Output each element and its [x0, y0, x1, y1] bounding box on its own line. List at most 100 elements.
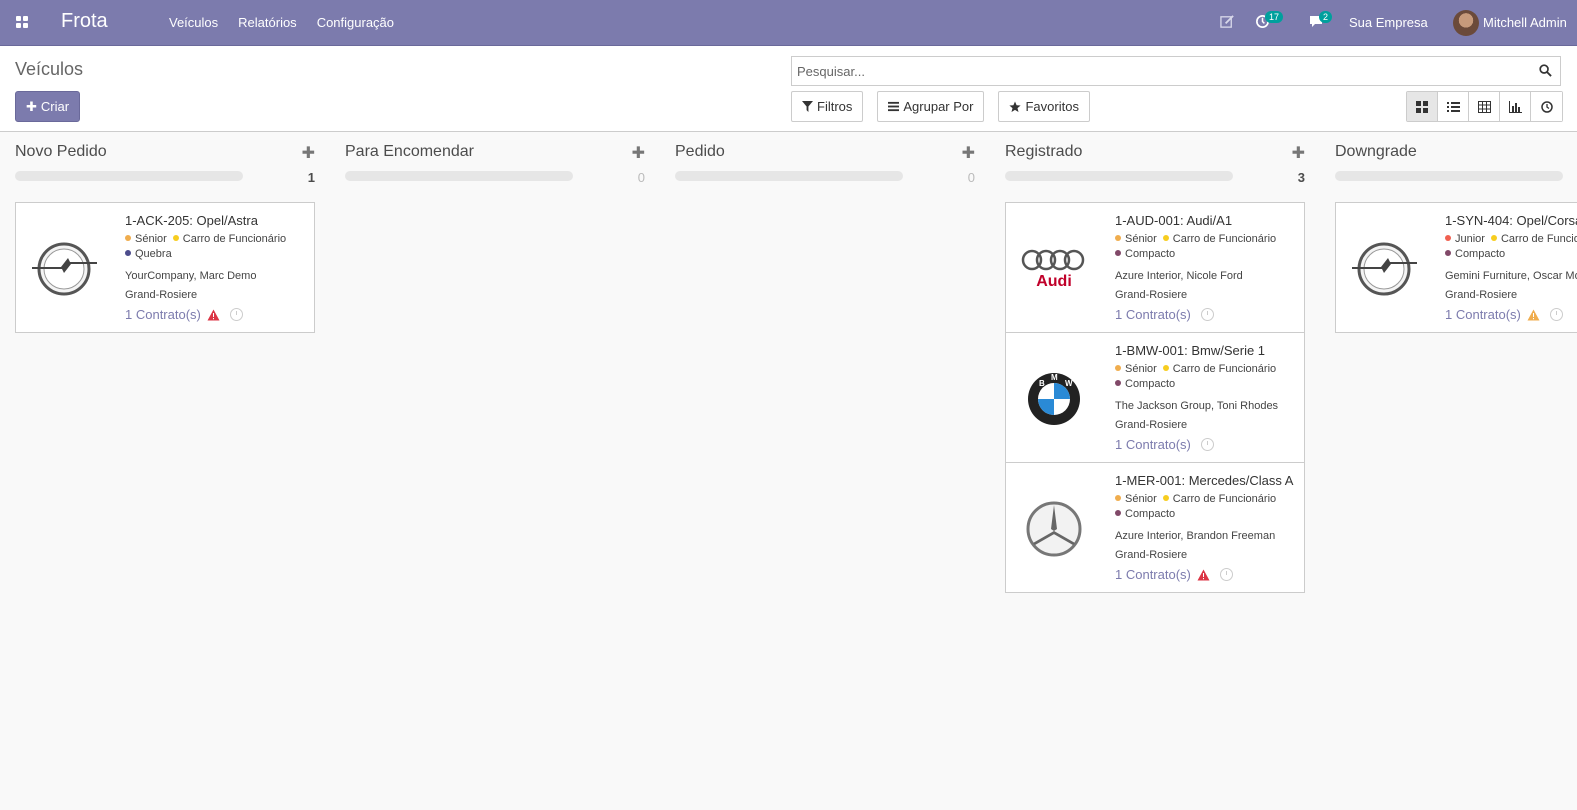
- driver-partner: Azure Interior, Nicole Ford Grand-Rosiere: [1115, 270, 1243, 301]
- column-progress-bar: [675, 171, 903, 181]
- tag: Sénior: [1115, 362, 1157, 377]
- tag: Compacto: [1115, 247, 1175, 262]
- activity-clock-icon[interactable]: [1219, 568, 1233, 581]
- vehicle-location: Grand-Rosiere: [1115, 549, 1188, 561]
- groupby-label: Agrupar Por: [903, 99, 974, 114]
- column-cards: Audi 1-AUD-001: Audi/A1 Sénior Carro de Fun…: [1005, 202, 1305, 593]
- user-avatar[interactable]: [1453, 10, 1479, 36]
- company-switcher[interactable]: Sua Empresa: [1349, 15, 1428, 30]
- kanban-view-button[interactable]: [1407, 92, 1438, 121]
- activity-clock-icon[interactable]: [1200, 438, 1214, 451]
- kanban-icon: [1416, 100, 1428, 113]
- bars-icon: [888, 101, 900, 112]
- filter-icon: [802, 101, 813, 112]
- activity-icon[interactable]: 17: [1255, 11, 1284, 32]
- search-icon[interactable]: [1539, 64, 1552, 77]
- tag: Sénior: [1115, 232, 1157, 247]
- column-progress-bar: [15, 171, 243, 181]
- svg-text:M: M: [1051, 373, 1058, 382]
- contracts-link[interactable]: 1 Contrato(s): [1115, 567, 1305, 582]
- column-cards: 1-SYN-404: Opel/Corsa Junior Carro de Func…: [1335, 202, 1577, 333]
- star-icon: [1009, 101, 1022, 112]
- column-progress-bar: [1335, 171, 1563, 181]
- opel-logo-icon: [1348, 233, 1420, 305]
- activity-clock-icon[interactable]: [1549, 308, 1563, 321]
- vehicle-info: 1-SYN-404: Opel/Corsa Junior Carro de Func…: [1445, 213, 1577, 322]
- vehicle-location: Grand-Rosiere: [1115, 289, 1188, 301]
- messages-icon[interactable]: 2: [1309, 11, 1333, 32]
- tag: Quebra: [125, 247, 172, 262]
- vehicle-card[interactable]: 1-SYN-404: Opel/Corsa Junior Carro de Func…: [1335, 202, 1577, 333]
- driver-partner: YourCompany, Marc Demo Grand-Rosiere: [125, 270, 257, 301]
- tag: Sénior: [125, 232, 167, 247]
- activity-clock-icon[interactable]: [1200, 308, 1214, 321]
- contracts-count: 1 Contrato(s): [1115, 567, 1191, 582]
- svg-text:Audi: Audi: [1036, 273, 1072, 290]
- favorites-button[interactable]: Favoritos: [998, 91, 1090, 122]
- favorites-label: Favoritos: [1025, 99, 1079, 114]
- vehicle-info: 1-AUD-001: Audi/A1 Sénior Carro de Funcion…: [1115, 213, 1305, 322]
- audi-logo-icon: Audi: [1018, 233, 1090, 305]
- menu-item-reports[interactable]: Relatórios: [238, 15, 297, 30]
- danger-alert-icon: [207, 309, 220, 320]
- bmw-logo-icon: BMW: [1018, 363, 1090, 435]
- column-title[interactable]: Downgrade: [1335, 143, 1417, 161]
- menu-item-vehicles[interactable]: Veículos: [169, 15, 218, 30]
- apps-menu-icon[interactable]: [13, 13, 31, 31]
- column-title[interactable]: Para Encomendar: [345, 143, 474, 161]
- vehicle-tags: Sénior Carro de Funcionário Compacto: [1115, 232, 1305, 262]
- contracts-link[interactable]: 1 Contrato(s): [1445, 307, 1577, 322]
- vehicle-card[interactable]: 1-ACK-205: Opel/Astra Sénior Carro de Func…: [15, 202, 315, 333]
- vehicle-info: 1-MER-001: Mercedes/Class A Sénior Carro d…: [1115, 473, 1305, 582]
- groupby-button[interactable]: Agrupar Por: [877, 91, 985, 122]
- contracts-count: 1 Contrato(s): [1445, 307, 1521, 322]
- edit-icon[interactable]: [1220, 14, 1236, 30]
- tag: Compacto: [1115, 377, 1175, 392]
- view-switcher: [1406, 91, 1563, 122]
- activity-clock-icon[interactable]: [229, 308, 243, 321]
- search-input[interactable]: [792, 57, 1532, 85]
- search-bar: [791, 56, 1561, 86]
- quick-create-icon[interactable]: ✚: [962, 143, 975, 163]
- menu-item-configuration[interactable]: Configuração: [317, 15, 394, 30]
- vehicle-card[interactable]: 1-MER-001: Mercedes/Class A Sénior Carro d…: [1005, 462, 1305, 593]
- list-view-button[interactable]: [1438, 92, 1469, 121]
- page-title: Veículos: [15, 59, 84, 79]
- contracts-link[interactable]: 1 Contrato(s): [1115, 307, 1305, 322]
- mercedes-logo-icon: [1018, 493, 1090, 565]
- app-brand[interactable]: Frota: [61, 10, 108, 33]
- vehicle-tags: Sénior Carro de Funcionário Quebra: [125, 232, 315, 262]
- contracts-link[interactable]: 1 Contrato(s): [1115, 437, 1305, 452]
- contracts-link[interactable]: 1 Contrato(s): [125, 307, 315, 322]
- tag: Carro de Funcionário: [1162, 492, 1276, 507]
- vehicle-tags: Junior Carro de FuncionárioCompacto: [1445, 232, 1577, 262]
- warning-alert-icon: [1527, 309, 1540, 320]
- column-progress-bar: [1005, 171, 1233, 181]
- graph-view-button[interactable]: [1500, 92, 1531, 121]
- create-button[interactable]: ✚ Criar: [15, 91, 81, 122]
- quick-create-icon[interactable]: ✚: [632, 143, 645, 163]
- driver-partner: Azure Interior, Brandon Freeman Grand-Ros…: [1115, 530, 1276, 561]
- filters-button[interactable]: Filtros: [791, 91, 864, 122]
- vehicle-tags: Sénior Carro de Funcionário Compacto: [1115, 362, 1305, 392]
- activity-view-button[interactable]: [1531, 92, 1562, 121]
- contracts-count: 1 Contrato(s): [1115, 437, 1191, 452]
- column-title[interactable]: Registrado: [1005, 143, 1082, 161]
- pivot-view-button[interactable]: [1469, 92, 1500, 121]
- quick-create-icon[interactable]: ✚: [302, 143, 315, 163]
- top-navbar: Frota Veículos Relatórios Configuração 1…: [0, 0, 1577, 46]
- user-menu[interactable]: Mitchell Admin: [1483, 15, 1567, 30]
- column-title[interactable]: Novo Pedido: [15, 143, 107, 161]
- column-title[interactable]: Pedido: [675, 143, 725, 161]
- vehicle-location: Grand-Rosiere: [1445, 289, 1518, 301]
- vehicle-card[interactable]: B M W 1-BMW-001: Bmw/Serie 1 Sénior Carro de …: [1005, 332, 1305, 463]
- tag: Carro de Funcionário: [1162, 232, 1276, 247]
- control-panel: Veículos ✚ Criar Filtros Agrupar Por Fav…: [0, 46, 1577, 132]
- quick-create-icon[interactable]: ✚: [1292, 143, 1305, 163]
- vehicle-name: 1-BMW-001: Bmw/Serie 1: [1115, 343, 1266, 358]
- svg-text:W: W: [1065, 379, 1073, 388]
- column-count: 0: [637, 170, 645, 185]
- vehicle-name: 1-MER-001: Mercedes/Class A: [1115, 473, 1294, 488]
- filters-label: Filtros: [817, 99, 853, 114]
- vehicle-card[interactable]: Audi 1-AUD-001: Audi/A1 Sénior Carro de Fun…: [1005, 202, 1305, 333]
